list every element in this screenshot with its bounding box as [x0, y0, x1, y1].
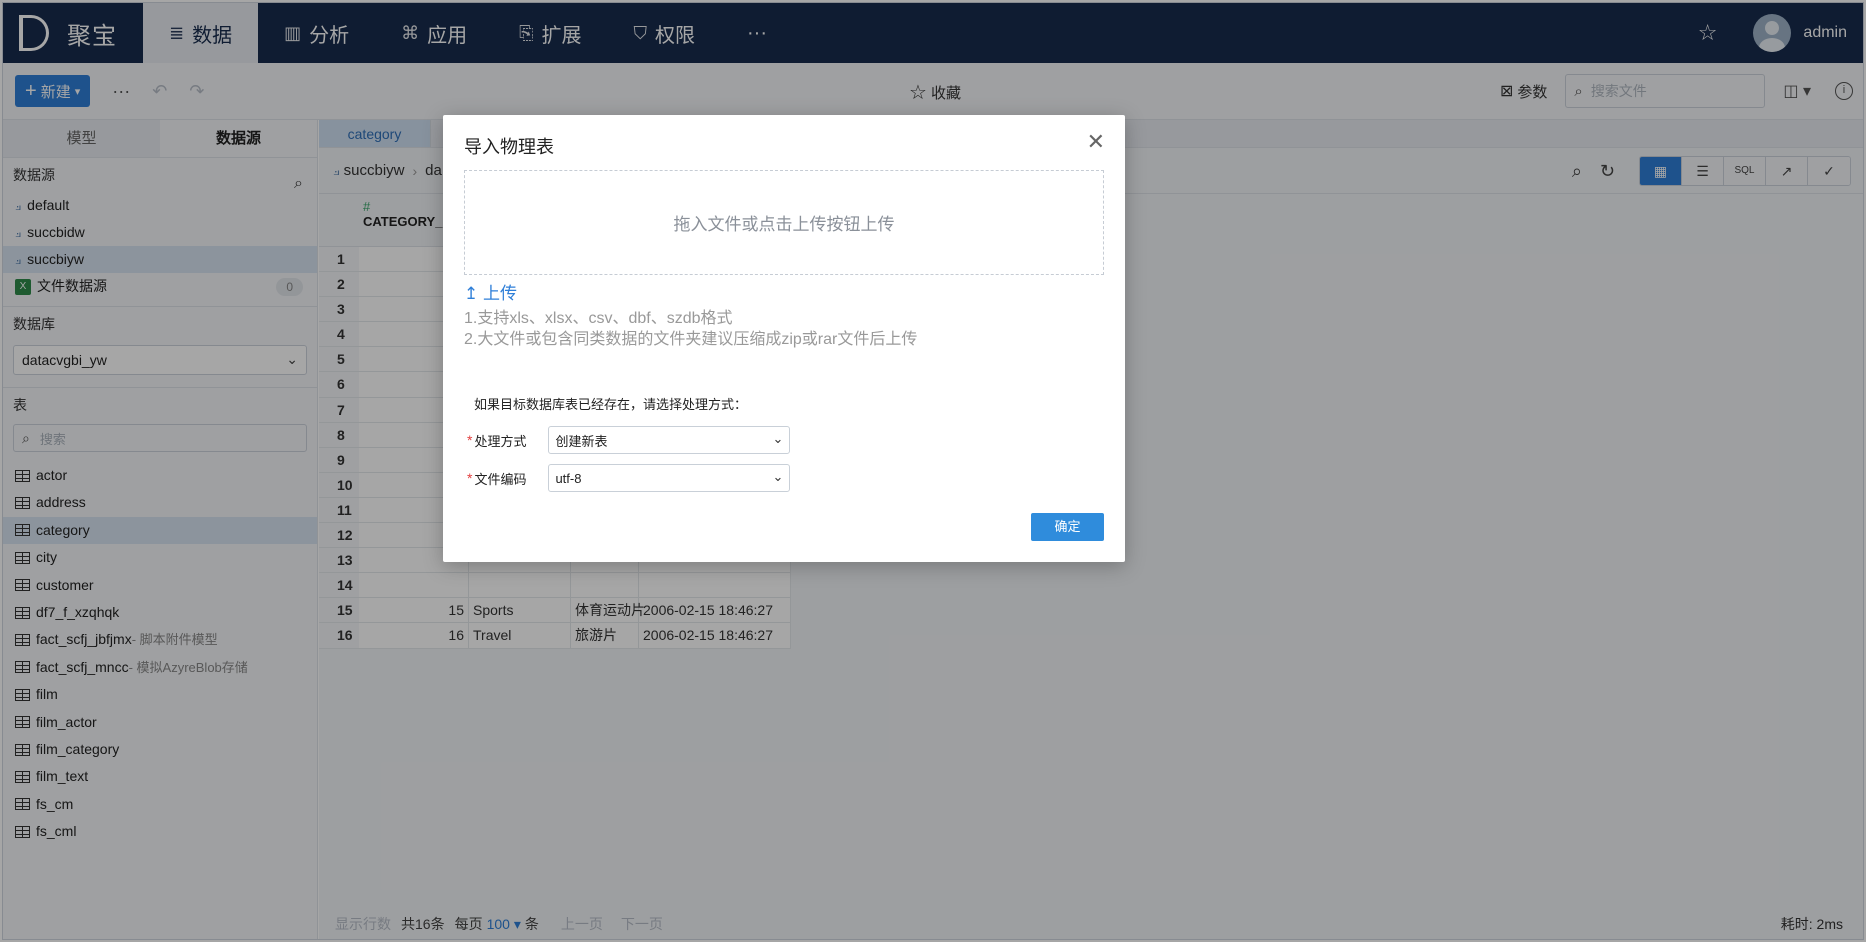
existing-table-question: 如果目标数据库表已经存在，请选择处理方式： [474, 397, 748, 412]
handling-mode-select[interactable]: 创建新表 ⌄ [548, 426, 791, 454]
dropzone-text: 拖入文件或点击上传按钮上传 [673, 215, 895, 234]
upload-label: 上传 [482, 284, 517, 303]
handling-mode-label: 处理方式 [474, 433, 527, 449]
file-encoding-label: 文件编码 [474, 471, 527, 487]
close-icon[interactable]: ✕ [1087, 131, 1105, 153]
required-mark: * [467, 432, 473, 448]
confirm-button[interactable]: 确定 [1031, 513, 1104, 541]
import-table-dialog: 导入物理表 ✕ 拖入文件或点击上传按钮上传 ↥ 上传 1.支持xls、xlsx、… [443, 115, 1125, 562]
handling-mode-row: * 处理方式 创建新表 ⌄ [467, 426, 791, 454]
handling-mode-value: 创建新表 [555, 433, 608, 449]
file-encoding-select[interactable]: utf-8 ⌄ [548, 464, 791, 492]
required-mark: * [467, 470, 473, 486]
upload-arrow-icon: ↥ [464, 284, 479, 303]
chevron-down-icon: ⌄ [772, 469, 784, 484]
chevron-down-icon: ⌄ [772, 431, 784, 446]
file-encoding-row: * 文件编码 utf-8 ⌄ [467, 464, 791, 492]
compress-hint: 2.大文件或包含同类数据的文件夹建议压缩成zip或rar文件后上传 [464, 331, 918, 348]
file-dropzone[interactable]: 拖入文件或点击上传按钮上传 [464, 170, 1104, 275]
modal-overlay[interactable]: 导入物理表 ✕ 拖入文件或点击上传按钮上传 ↥ 上传 1.支持xls、xlsx、… [0, 0, 1866, 942]
upload-button[interactable]: ↥ 上传 [464, 279, 517, 304]
file-encoding-value: utf-8 [555, 470, 582, 486]
dialog-title: 导入物理表 [464, 137, 554, 157]
